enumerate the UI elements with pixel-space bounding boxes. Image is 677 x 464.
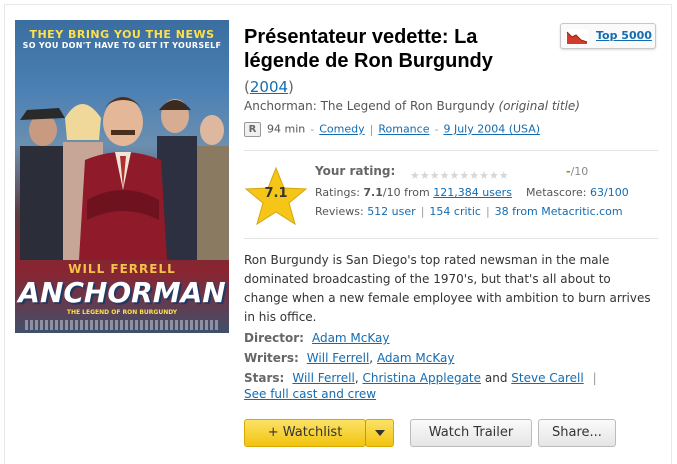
poster-cast-illustration bbox=[20, 97, 229, 260]
your-rating-max: /10 bbox=[570, 165, 589, 178]
poster-movie-title: ANCHORMAN bbox=[18, 276, 226, 309]
certificate-badge: R bbox=[244, 122, 261, 137]
stars-line: Stars: Will Ferrell, Christina Applegate … bbox=[244, 371, 597, 385]
share-button[interactable]: Share... bbox=[538, 419, 616, 447]
watchlist-button[interactable]: + Watchlist bbox=[244, 419, 366, 447]
poster-actor: WILL FERRELL bbox=[68, 262, 176, 276]
stars-label: Stars: bbox=[244, 371, 285, 385]
rating-value: 7.1 bbox=[264, 186, 288, 201]
ratings-users-link[interactable]: 121,384 users bbox=[433, 186, 512, 199]
rating-star-icon[interactable]: ★ bbox=[410, 169, 420, 182]
chevron-down-icon bbox=[374, 429, 385, 436]
ratings-label: Ratings: bbox=[315, 186, 360, 199]
ratings-value: 7.1 bbox=[363, 186, 383, 199]
full-cast-line: See full cast and crew bbox=[244, 387, 376, 401]
page-title: Présentateur vedette: La légende de Ron … bbox=[244, 26, 493, 72]
and-text: and bbox=[484, 371, 508, 385]
genre-link-comedy[interactable]: Comedy bbox=[319, 123, 364, 136]
rating-star-icon[interactable]: ★ bbox=[459, 169, 469, 182]
your-rating-stars[interactable]: ★★★★★★★★★★ bbox=[410, 164, 509, 182]
rating-star-icon[interactable]: ★ bbox=[440, 169, 450, 182]
rating-star-icon[interactable]: ★ bbox=[430, 169, 440, 182]
critic-reviews-link[interactable]: 154 critic bbox=[429, 205, 481, 218]
ratings-summary: Ratings: 7.1/10 from 121,384 users Metas… bbox=[315, 186, 629, 199]
poster-credits-block bbox=[25, 320, 219, 330]
original-title-note: (original title) bbox=[498, 99, 581, 113]
rating-star-icon[interactable]: ★ bbox=[499, 169, 509, 182]
reviews-summary: Reviews: 512 user | 154 critic | 38 from Met… bbox=[315, 205, 623, 218]
original-title-text: Anchorman: The Legend of Ron Burgundy bbox=[244, 99, 495, 113]
reviews-label: Reviews: bbox=[315, 205, 364, 218]
rating-star-icon[interactable]: ★ bbox=[479, 169, 489, 182]
title-meta: R 94 min - Comedy | Romance -9 July 2004 (USA) bbox=[244, 122, 540, 137]
separator: - bbox=[310, 122, 315, 136]
rating-star-icon[interactable]: ★ bbox=[489, 169, 499, 182]
star-link[interactable]: Steve Carell bbox=[511, 371, 583, 385]
plot-description: Ron Burgundy is San Diego's top rated ne… bbox=[244, 253, 651, 324]
writers-label: Writers: bbox=[244, 351, 299, 365]
user-reviews-link[interactable]: 512 user bbox=[367, 205, 416, 218]
metascore-link[interactable]: 63/100 bbox=[590, 186, 629, 199]
separator: | bbox=[592, 371, 597, 385]
ratings-max: /10 from bbox=[382, 186, 430, 199]
top-5000-link[interactable]: Top 5000 bbox=[596, 29, 652, 42]
poster-subtitle: THE LEGEND OF RON BURGUNDY bbox=[66, 309, 178, 316]
runtime: 94 min bbox=[267, 122, 306, 136]
separator: | bbox=[369, 122, 374, 136]
rating-star: 7.1 bbox=[244, 166, 308, 226]
separator: | bbox=[485, 205, 490, 218]
divider bbox=[244, 238, 658, 239]
rating-star-icon[interactable]: ★ bbox=[450, 169, 460, 182]
year-link[interactable]: 2004 bbox=[250, 78, 288, 96]
original-title: Anchorman: The Legend of Ron Burgundy (o… bbox=[244, 99, 580, 113]
star-link[interactable]: Will Ferrell bbox=[292, 371, 355, 385]
star-link[interactable]: Christina Applegate bbox=[362, 371, 481, 385]
watchlist-dropdown-button[interactable] bbox=[365, 419, 394, 447]
watch-trailer-button[interactable]: Watch Trailer bbox=[410, 419, 532, 447]
director-link[interactable]: Adam McKay bbox=[312, 331, 390, 345]
release-year: (2004) bbox=[244, 78, 294, 96]
writer-link[interactable]: Adam McKay bbox=[377, 351, 455, 365]
full-cast-link[interactable]: See full cast and crew bbox=[244, 387, 376, 401]
your-rating-value: -/10 bbox=[566, 165, 588, 178]
genre-link-romance[interactable]: Romance bbox=[378, 123, 429, 136]
movie-poster[interactable]: THEY BRING YOU THE NEWS SO YOU DON'T HAV… bbox=[15, 20, 229, 333]
director-label: Director: bbox=[244, 331, 304, 345]
release-date-link[interactable]: 9 July 2004 (USA) bbox=[443, 123, 540, 136]
your-rating-label: Your rating: bbox=[315, 164, 396, 178]
separator: - bbox=[434, 122, 439, 136]
metacritic-link[interactable]: 38 from Metacritic.com bbox=[495, 205, 623, 218]
director-line: Director: Adam McKay bbox=[244, 331, 390, 345]
rating-star-icon[interactable]: ★ bbox=[469, 169, 479, 182]
chart-down-icon bbox=[566, 29, 588, 45]
writer-link[interactable]: Will Ferrell bbox=[307, 351, 370, 365]
separator: | bbox=[420, 205, 425, 218]
writers-line: Writers: Will Ferrell, Adam McKay bbox=[244, 351, 455, 365]
poster-tagline-sub: SO YOU DON'T HAVE TO GET IT YOURSELF bbox=[22, 41, 222, 50]
divider bbox=[244, 150, 658, 151]
poster-tagline: THEY BRING YOU THE NEWS bbox=[29, 28, 215, 41]
rating-star-icon[interactable]: ★ bbox=[420, 169, 430, 182]
metascore-label: Metascore: bbox=[525, 186, 587, 199]
top-5000-badge[interactable]: Top 5000 bbox=[560, 23, 656, 49]
